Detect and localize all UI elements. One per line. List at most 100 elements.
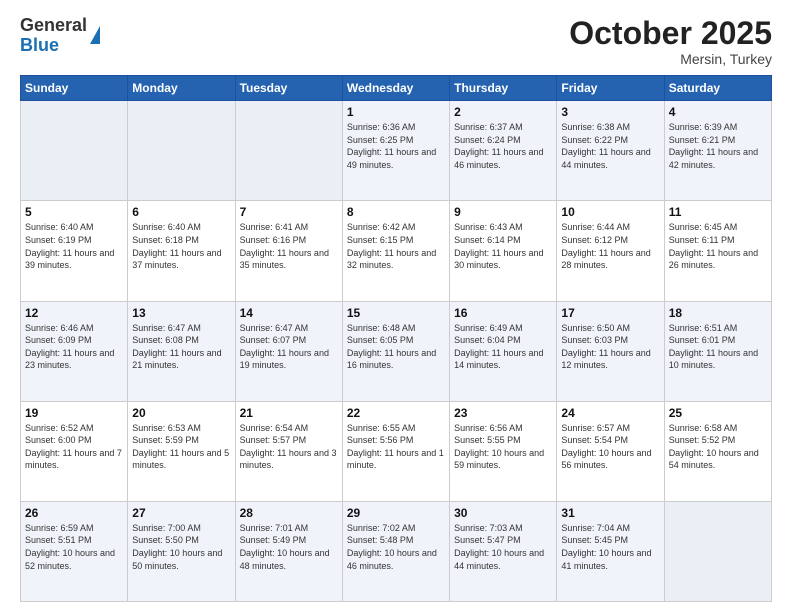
calendar-cell: 23Sunrise: 6:56 AMSunset: 5:55 PMDayligh… — [450, 401, 557, 501]
calendar-cell: 15Sunrise: 6:48 AMSunset: 6:05 PMDayligh… — [342, 301, 449, 401]
header-friday: Friday — [557, 76, 664, 101]
day-info: Sunrise: 6:59 AMSunset: 5:51 PMDaylight:… — [25, 522, 123, 572]
day-number: 1 — [347, 105, 445, 119]
logo-blue: Blue — [20, 36, 87, 56]
week-row-1: 5 Sunrise: 6:40 AMSunset: 6:19 PMDaylight… — [21, 201, 772, 301]
day-number: 29 — [347, 506, 445, 520]
day-number: 4 — [669, 105, 767, 119]
logo-icon — [90, 26, 100, 44]
week-row-2: 12 Sunrise: 6:46 AMSunset: 6:09 PMDayligh… — [21, 301, 772, 401]
day-info: Sunrise: 7:02 AMSunset: 5:48 PMDaylight:… — [347, 522, 445, 572]
day-number: 23 — [454, 406, 552, 420]
calendar-cell: 30Sunrise: 7:03 AMSunset: 5:47 PMDayligh… — [450, 501, 557, 601]
logo: General Blue — [20, 16, 100, 56]
calendar-cell: 28 Sunrise: 7:01 AMSunset: 5:49 PMDayligh… — [235, 501, 342, 601]
logo-text: General Blue — [20, 16, 87, 56]
day-number: 18 — [669, 306, 767, 320]
calendar-cell: 27Sunrise: 7:00 AMSunset: 5:50 PMDayligh… — [128, 501, 235, 601]
calendar-cell: 29 Sunrise: 7:02 AMSunset: 5:48 PMDayligh… — [342, 501, 449, 601]
calendar-cell — [664, 501, 771, 601]
calendar-cell — [235, 101, 342, 201]
day-info: Sunrise: 6:49 AMSunset: 6:04 PMDaylight:… — [454, 322, 552, 372]
calendar-cell — [21, 101, 128, 201]
day-number: 16 — [454, 306, 552, 320]
month-title: October 2025 — [569, 16, 772, 51]
day-number: 9 — [454, 205, 552, 219]
calendar-table: Sunday Monday Tuesday Wednesday Thursday… — [20, 75, 772, 602]
day-number: 5 — [25, 205, 123, 219]
header-sunday: Sunday — [21, 76, 128, 101]
header: General Blue October 2025 Mersin, Turkey — [20, 16, 772, 67]
header-monday: Monday — [128, 76, 235, 101]
day-number: 12 — [25, 306, 123, 320]
day-info: Sunrise: 6:39 AMSunset: 6:21 PMDaylight:… — [669, 121, 767, 171]
calendar-cell: 19Sunrise: 6:52 AMSunset: 6:00 PMDayligh… — [21, 401, 128, 501]
day-number: 30 — [454, 506, 552, 520]
calendar-cell: 2 Sunrise: 6:37 AMSunset: 6:24 PMDaylight… — [450, 101, 557, 201]
day-info: Sunrise: 6:47 AMSunset: 6:07 PMDaylight:… — [240, 322, 338, 372]
day-number: 20 — [132, 406, 230, 420]
calendar-cell: 11 Sunrise: 6:45 AMSunset: 6:11 PMDayligh… — [664, 201, 771, 301]
calendar-cell: 31 Sunrise: 7:04 AMSunset: 5:45 PMDayligh… — [557, 501, 664, 601]
page: General Blue October 2025 Mersin, Turkey… — [0, 0, 792, 612]
title-block: October 2025 Mersin, Turkey — [569, 16, 772, 67]
calendar-cell: 6 Sunrise: 6:40 AMSunset: 6:18 PMDaylight… — [128, 201, 235, 301]
calendar-cell: 10Sunrise: 6:44 AMSunset: 6:12 PMDayligh… — [557, 201, 664, 301]
calendar-cell: 26Sunrise: 6:59 AMSunset: 5:51 PMDayligh… — [21, 501, 128, 601]
calendar-cell: 8Sunrise: 6:42 AMSunset: 6:15 PMDaylight… — [342, 201, 449, 301]
day-info: Sunrise: 6:55 AMSunset: 5:56 PMDaylight:… — [347, 422, 445, 472]
day-number: 11 — [669, 205, 767, 219]
calendar-cell: 24Sunrise: 6:57 AMSunset: 5:54 PMDayligh… — [557, 401, 664, 501]
day-number: 15 — [347, 306, 445, 320]
day-info: Sunrise: 6:58 AMSunset: 5:52 PMDaylight:… — [669, 422, 767, 472]
day-info: Sunrise: 7:04 AMSunset: 5:45 PMDaylight:… — [561, 522, 659, 572]
calendar-cell: 5 Sunrise: 6:40 AMSunset: 6:19 PMDaylight… — [21, 201, 128, 301]
calendar-cell: 7 Sunrise: 6:41 AMSunset: 6:16 PMDaylight… — [235, 201, 342, 301]
day-number: 22 — [347, 406, 445, 420]
calendar-cell: 13Sunrise: 6:47 AMSunset: 6:08 PMDayligh… — [128, 301, 235, 401]
calendar-cell: 3 Sunrise: 6:38 AMSunset: 6:22 PMDaylight… — [557, 101, 664, 201]
calendar-cell: 14 Sunrise: 6:47 AMSunset: 6:07 PMDayligh… — [235, 301, 342, 401]
day-number: 7 — [240, 205, 338, 219]
calendar-cell: 20Sunrise: 6:53 AMSunset: 5:59 PMDayligh… — [128, 401, 235, 501]
day-number: 21 — [240, 406, 338, 420]
header-saturday: Saturday — [664, 76, 771, 101]
calendar-cell: 18 Sunrise: 6:51 AMSunset: 6:01 PMDayligh… — [664, 301, 771, 401]
calendar-cell: 16 Sunrise: 6:49 AMSunset: 6:04 PMDayligh… — [450, 301, 557, 401]
day-number: 10 — [561, 205, 659, 219]
day-number: 14 — [240, 306, 338, 320]
header-thursday: Thursday — [450, 76, 557, 101]
calendar-cell: 9 Sunrise: 6:43 AMSunset: 6:14 PMDaylight… — [450, 201, 557, 301]
calendar-cell: 17 Sunrise: 6:50 AMSunset: 6:03 PMDayligh… — [557, 301, 664, 401]
location-subtitle: Mersin, Turkey — [569, 51, 772, 67]
day-number: 19 — [25, 406, 123, 420]
day-info: Sunrise: 6:46 AMSunset: 6:09 PMDaylight:… — [25, 322, 123, 372]
calendar-cell: 22 Sunrise: 6:55 AMSunset: 5:56 PMDayligh… — [342, 401, 449, 501]
day-info: Sunrise: 6:41 AMSunset: 6:16 PMDaylight:… — [240, 221, 338, 271]
day-number: 2 — [454, 105, 552, 119]
day-number: 17 — [561, 306, 659, 320]
day-info: Sunrise: 6:51 AMSunset: 6:01 PMDaylight:… — [669, 322, 767, 372]
day-number: 28 — [240, 506, 338, 520]
day-number: 3 — [561, 105, 659, 119]
day-number: 13 — [132, 306, 230, 320]
day-number: 31 — [561, 506, 659, 520]
weekday-header-row: Sunday Monday Tuesday Wednesday Thursday… — [21, 76, 772, 101]
day-info: Sunrise: 6:54 AMSunset: 5:57 PMDaylight:… — [240, 422, 338, 472]
day-info: Sunrise: 6:38 AMSunset: 6:22 PMDaylight:… — [561, 121, 659, 171]
day-info: Sunrise: 6:45 AMSunset: 6:11 PMDaylight:… — [669, 221, 767, 271]
day-number: 6 — [132, 205, 230, 219]
week-row-0: 1Sunrise: 6:36 AMSunset: 6:25 PMDaylight… — [21, 101, 772, 201]
day-info: Sunrise: 6:40 AMSunset: 6:18 PMDaylight:… — [132, 221, 230, 271]
day-info: Sunrise: 7:01 AMSunset: 5:49 PMDaylight:… — [240, 522, 338, 572]
week-row-3: 19Sunrise: 6:52 AMSunset: 6:00 PMDayligh… — [21, 401, 772, 501]
day-info: Sunrise: 6:43 AMSunset: 6:14 PMDaylight:… — [454, 221, 552, 271]
calendar-cell: 4 Sunrise: 6:39 AMSunset: 6:21 PMDaylight… — [664, 101, 771, 201]
day-info: Sunrise: 6:50 AMSunset: 6:03 PMDaylight:… — [561, 322, 659, 372]
calendar-cell: 12 Sunrise: 6:46 AMSunset: 6:09 PMDayligh… — [21, 301, 128, 401]
day-number: 8 — [347, 205, 445, 219]
calendar-cell: 21 Sunrise: 6:54 AMSunset: 5:57 PMDayligh… — [235, 401, 342, 501]
day-info: Sunrise: 6:37 AMSunset: 6:24 PMDaylight:… — [454, 121, 552, 171]
calendar-cell: 1Sunrise: 6:36 AMSunset: 6:25 PMDaylight… — [342, 101, 449, 201]
day-info: Sunrise: 6:40 AMSunset: 6:19 PMDaylight:… — [25, 221, 123, 271]
